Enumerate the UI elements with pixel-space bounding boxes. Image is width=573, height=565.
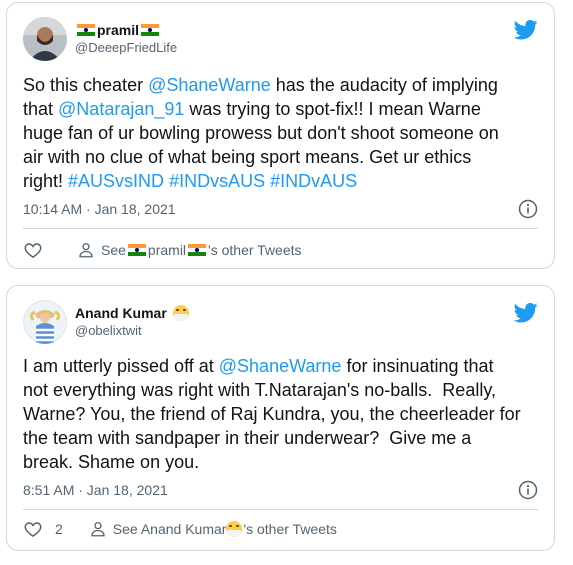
see-suffix: 's other Tweets — [208, 242, 302, 258]
indian-flag-emoji — [77, 24, 95, 36]
display-name[interactable]: Anand Kumar — [75, 304, 189, 322]
mention-link[interactable]: @ShaneWarne — [219, 356, 342, 376]
see-other-tweets-link[interactable]: See Anand Kumar 's other Tweets — [89, 520, 337, 538]
tweet-text-segment: So this cheater — [23, 75, 149, 95]
hashtag-link[interactable]: #INDvsAUS — [169, 171, 265, 191]
handle[interactable]: @DeeepFriedLife — [75, 39, 177, 57]
heart-icon — [24, 522, 42, 537]
tweet-card[interactable]: pramil @DeeepFriedLife So this cheater @… — [6, 2, 555, 269]
see-prefix: See Anand Kumar — [112, 521, 227, 537]
avatar[interactable] — [23, 17, 67, 61]
tweet-header: Anand Kumar @obelixtwit — [23, 298, 189, 346]
tweet-actions: See pramil 's other Tweets — [23, 237, 538, 263]
hashtag-link[interactable]: #AUSvsIND — [68, 171, 164, 191]
medical-mask-emoji — [172, 305, 189, 321]
mention-link[interactable]: @Natarajan_91 — [58, 99, 184, 119]
divider — [23, 509, 538, 510]
see-other-tweets-link[interactable]: See pramil 's other Tweets — [77, 241, 302, 259]
like-button[interactable] — [23, 240, 43, 260]
handle[interactable]: @obelixtwit — [75, 322, 189, 340]
see-suffix: 's other Tweets — [243, 521, 337, 537]
display-name[interactable]: pramil — [75, 21, 177, 39]
author-info[interactable]: Anand Kumar @obelixtwit — [75, 304, 189, 340]
author-info[interactable]: pramil @DeeepFriedLife — [75, 21, 177, 57]
indian-flag-emoji — [127, 244, 146, 256]
hashtag-link[interactable]: #INDvAUS — [270, 171, 357, 191]
tweet-card[interactable]: Anand Kumar @obelixtwit I am utterly pis… — [6, 285, 555, 551]
tweet-actions: 2 See Anand Kumar 's other Tweets — [23, 516, 538, 542]
mention-link[interactable]: @ShaneWarne — [148, 75, 271, 95]
indian-flag-emoji — [188, 244, 207, 256]
person-icon — [79, 242, 93, 258]
display-name-text: Anand Kumar — [75, 305, 167, 321]
twitter-bird-icon[interactable] — [514, 300, 538, 324]
timestamp[interactable]: 8:51 AM · Jan 18, 2021 — [23, 481, 168, 499]
timestamp[interactable]: 10:14 AM · Jan 18, 2021 — [23, 200, 176, 218]
tweet-text: So this cheater @ShaneWarne has the auda… — [23, 73, 538, 193]
avatar[interactable] — [23, 300, 67, 344]
display-name-text: pramil — [97, 22, 140, 38]
tweet-text-segment: I am utterly pissed off at — [23, 356, 219, 376]
medical-mask-emoji — [226, 521, 243, 537]
person-icon — [91, 521, 105, 537]
see-prefix: See — [101, 242, 126, 258]
like-button[interactable]: 2 — [23, 519, 63, 539]
heart-icon — [24, 243, 42, 258]
divider — [23, 228, 538, 229]
like-count: 2 — [55, 521, 63, 537]
indian-flag-emoji — [141, 24, 160, 36]
info-icon[interactable] — [518, 480, 538, 500]
twitter-bird-icon[interactable] — [514, 17, 538, 41]
info-icon[interactable] — [518, 199, 538, 219]
tweet-header: pramil @DeeepFriedLife — [23, 15, 177, 63]
tweet-text: I am utterly pissed off at @ShaneWarne f… — [23, 354, 538, 474]
see-name: pramil — [147, 242, 187, 258]
